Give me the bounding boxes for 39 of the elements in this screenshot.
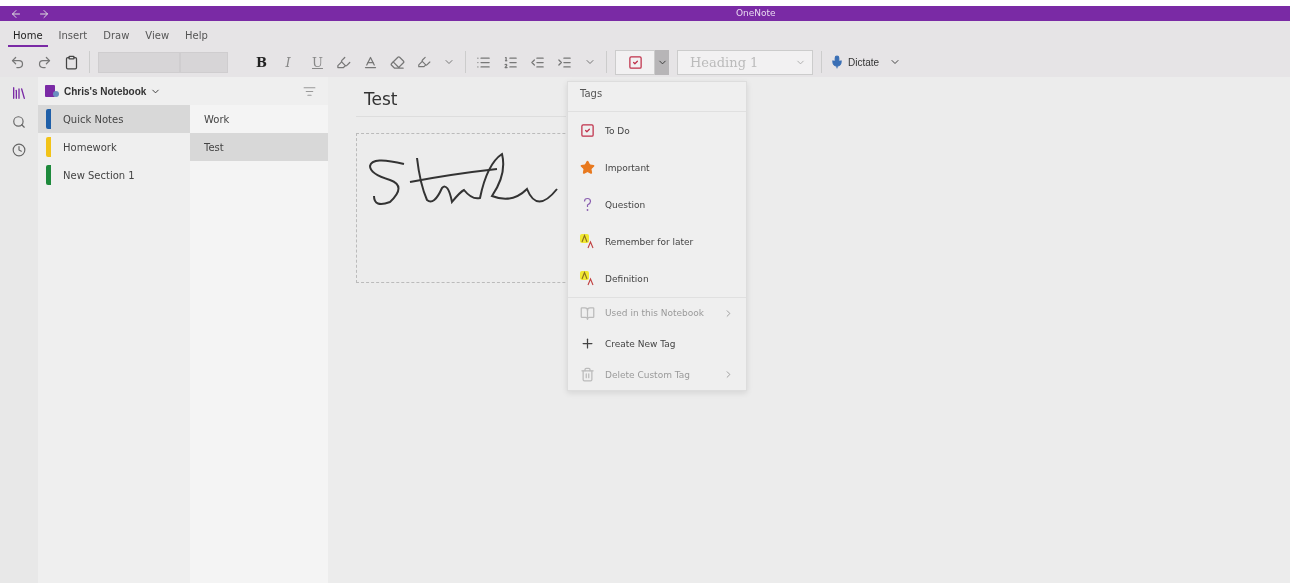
ribbon-tab[interactable]: Insert [53,25,93,47]
highlight-icon [580,271,595,286]
star-icon [580,160,595,175]
section-item[interactable]: Quick Notes [38,105,190,133]
microphone-icon [830,55,844,69]
notebook-icon [44,84,60,98]
book-icon [580,305,595,321]
menu-item[interactable]: Important [568,149,746,186]
menu-item[interactable]: Definition [568,260,746,297]
dictate-button[interactable]: Dictate [830,55,880,69]
ribbon-tab[interactable]: Home [8,25,48,47]
back-icon[interactable] [10,7,22,20]
tag-dropdown-button[interactable] [655,49,669,75]
ribbon-tab[interactable]: View [140,25,175,47]
menu-item[interactable]: Question [568,186,746,223]
highlight-icon [580,234,595,249]
checkbox-icon [627,54,643,70]
window-title: OneNote [736,7,776,19]
search-button[interactable] [12,115,26,129]
menu-item[interactable]: To Do [568,112,746,149]
bold-button[interactable]: B [250,53,270,71]
page-title[interactable]: Test [356,87,566,117]
forward-icon[interactable] [38,7,50,20]
checkbox-icon [580,123,595,138]
menu-title: Tags [568,82,746,112]
section-item[interactable]: Homework [38,133,190,161]
section-item[interactable]: New Section 1 [38,161,190,189]
menu-item[interactable]: Create New Tag [568,328,746,359]
menu-item[interactable]: Remember for later [568,223,746,260]
ribbon-tab[interactable]: Help [180,25,213,47]
recent-button[interactable] [12,143,26,157]
notebooks-button[interactable] [11,85,27,101]
tag-button[interactable] [615,49,655,75]
notebook-selector[interactable]: Chris's Notebook [44,84,162,98]
page-item[interactable]: Test [190,133,328,161]
page-item[interactable]: Work [190,105,328,133]
trash-icon [580,367,595,382]
ribbon-tab[interactable]: Draw [98,25,135,47]
plus-icon [580,336,595,351]
